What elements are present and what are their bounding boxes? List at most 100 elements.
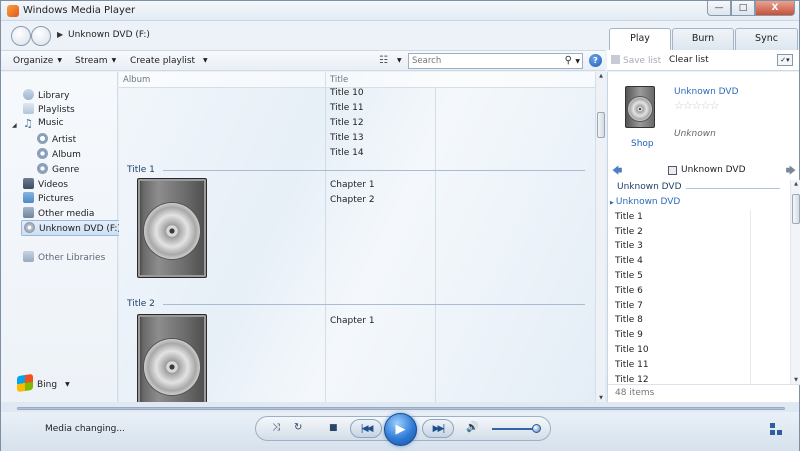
- column-separator[interactable]: [325, 72, 326, 88]
- search-input[interactable]: [409, 54, 549, 68]
- search-caret-icon[interactable]: ▼: [575, 58, 580, 65]
- sidebar-item-other-media[interactable]: Other media: [23, 207, 94, 219]
- sidebar-item-artist[interactable]: Artist: [37, 133, 76, 145]
- playlist-item[interactable]: Title 12: [615, 375, 649, 384]
- search-box[interactable]: ⚲ ▼: [408, 53, 583, 69]
- playlist-column-divider: [750, 210, 751, 384]
- sidebar-item-dvd[interactable]: Unknown DVD (F:): [21, 220, 126, 236]
- dvd-disc-icon: [24, 222, 35, 233]
- player-controls: Media changing... ⤨ ↻ ■ |◀◀ ▶ ▶▶| 🔊: [1, 412, 799, 451]
- dvd-album-art[interactable]: [137, 178, 207, 278]
- scroll-thumb[interactable]: [597, 112, 605, 138]
- track-row[interactable]: Title 10: [330, 88, 364, 98]
- switch-to-now-playing-icon[interactable]: [770, 423, 784, 435]
- playlist-item[interactable]: Title 11: [615, 360, 649, 370]
- previous-button[interactable]: |◀◀: [350, 419, 382, 438]
- arrow-left-icon[interactable]: 🡄: [612, 164, 622, 181]
- dvd-album-art[interactable]: [137, 314, 207, 402]
- scroll-down-icon[interactable]: ▼: [791, 377, 800, 383]
- column-album[interactable]: Album: [123, 75, 150, 85]
- chapter-row[interactable]: Chapter 2: [330, 195, 375, 205]
- stream-menu[interactable]: Stream ▼: [75, 56, 116, 66]
- playlist-item[interactable]: Title 8: [615, 315, 643, 325]
- tab-play[interactable]: Play: [609, 28, 671, 50]
- playlist-item[interactable]: Title 2: [615, 227, 643, 237]
- list-nav-label[interactable]: Unknown DVD: [681, 165, 746, 175]
- chapter-row[interactable]: Chapter 1: [330, 180, 375, 190]
- playlist-scrollbar[interactable]: ▲ ▼: [790, 180, 800, 384]
- arrow-right-icon[interactable]: 🡆: [786, 164, 796, 181]
- sidebar-item-other-libraries[interactable]: Other Libraries: [23, 251, 105, 263]
- bing-search-button[interactable]: Bing ▼: [17, 373, 70, 393]
- playlist-item[interactable]: Title 3: [615, 241, 643, 251]
- sidebar-item-genre[interactable]: Genre: [37, 163, 79, 175]
- sidebar-item-playlists[interactable]: Playlists: [23, 103, 75, 115]
- title-bar[interactable]: Windows Media Player — □ X: [1, 1, 799, 21]
- scroll-up-icon[interactable]: ▲: [791, 181, 800, 187]
- volume-icon[interactable]: 🔊: [466, 422, 478, 433]
- track-row[interactable]: Title 13: [330, 133, 364, 143]
- next-button[interactable]: ▶▶|: [422, 419, 454, 438]
- organize-menu[interactable]: Organize ▼: [13, 56, 62, 66]
- column-header: Album Title: [119, 72, 595, 88]
- track-row[interactable]: Title 14: [330, 148, 364, 158]
- rating-stars[interactable]: ☆☆☆☆☆: [674, 99, 719, 112]
- organize-label: Organize: [13, 56, 54, 66]
- track-row[interactable]: Title 12: [330, 118, 364, 128]
- sidebar-item-pictures[interactable]: Pictures: [23, 192, 74, 204]
- playlist-current[interactable]: ▶ Unknown DVD: [610, 197, 680, 207]
- play-button[interactable]: ▶: [384, 413, 417, 446]
- save-list-button[interactable]: Save list: [611, 55, 661, 66]
- sidebar-item-videos[interactable]: Videos: [23, 178, 68, 190]
- scroll-down-icon[interactable]: ▼: [596, 395, 606, 401]
- view-options-icon[interactable]: ☷: [379, 55, 388, 66]
- sidebar-item-album[interactable]: Album: [37, 148, 81, 160]
- playlist-item[interactable]: Title 10: [615, 345, 649, 355]
- track-row[interactable]: Title 11: [330, 103, 364, 113]
- back-button[interactable]: [11, 26, 31, 46]
- create-playlist-menu[interactable]: Create playlist ▼: [130, 56, 208, 66]
- sidebar-item-library[interactable]: Library: [23, 89, 69, 101]
- shuffle-icon[interactable]: ⤨: [272, 422, 280, 433]
- playlist-item[interactable]: Title 4: [615, 256, 643, 266]
- shop-link[interactable]: Shop: [631, 139, 654, 149]
- group-header[interactable]: Title 1: [127, 165, 155, 175]
- column-title[interactable]: Title: [330, 75, 348, 85]
- library-icon: [23, 89, 34, 100]
- playlist-item[interactable]: Title 6: [615, 286, 643, 296]
- other-media-icon: [23, 207, 34, 218]
- view-options-caret-icon[interactable]: ▼: [397, 57, 402, 64]
- help-icon[interactable]: ?: [589, 54, 602, 67]
- breadcrumb[interactable]: Unknown DVD (F:): [68, 30, 150, 40]
- breadcrumb-arrow-icon[interactable]: ▶: [57, 30, 63, 39]
- group-header[interactable]: Title 2: [127, 299, 155, 309]
- forward-button[interactable]: [31, 26, 51, 46]
- maximize-button[interactable]: □: [731, 1, 755, 16]
- stop-icon[interactable]: ■: [329, 423, 338, 433]
- window-title: Windows Media Player: [23, 5, 136, 16]
- playlist-item[interactable]: Title 9: [615, 330, 643, 340]
- tab-sync[interactable]: Sync: [735, 28, 798, 50]
- playlist-item[interactable]: Title 7: [615, 301, 643, 311]
- create-playlist-caret-icon: ▼: [203, 57, 208, 64]
- search-icon[interactable]: ⚲: [565, 55, 572, 66]
- playlists-icon: [23, 103, 34, 114]
- volume-knob[interactable]: [532, 424, 541, 433]
- chapter-row[interactable]: Chapter 1: [330, 316, 375, 326]
- music-expander-icon[interactable]: ◢: [12, 122, 17, 129]
- repeat-icon[interactable]: ↻: [294, 422, 302, 433]
- clear-list-button[interactable]: Clear list: [669, 55, 709, 65]
- tab-burn[interactable]: Burn: [672, 28, 734, 50]
- minimize-button[interactable]: —: [707, 1, 731, 16]
- list-options-icon[interactable]: ✓▾: [777, 54, 793, 66]
- seek-slider[interactable]: [17, 407, 785, 410]
- scroll-thumb[interactable]: [792, 194, 800, 224]
- sidebar-item-music[interactable]: ♫ Music: [23, 118, 64, 129]
- scroll-up-icon[interactable]: ▲: [596, 73, 606, 79]
- switch-view-square: [770, 423, 775, 428]
- close-button[interactable]: X: [755, 1, 795, 16]
- playlist-item[interactable]: Title 1: [615, 212, 643, 222]
- now-playing-album-art[interactable]: [625, 86, 655, 128]
- content-scrollbar[interactable]: ▲ ▼: [595, 72, 605, 402]
- playlist-item[interactable]: Title 5: [615, 271, 643, 281]
